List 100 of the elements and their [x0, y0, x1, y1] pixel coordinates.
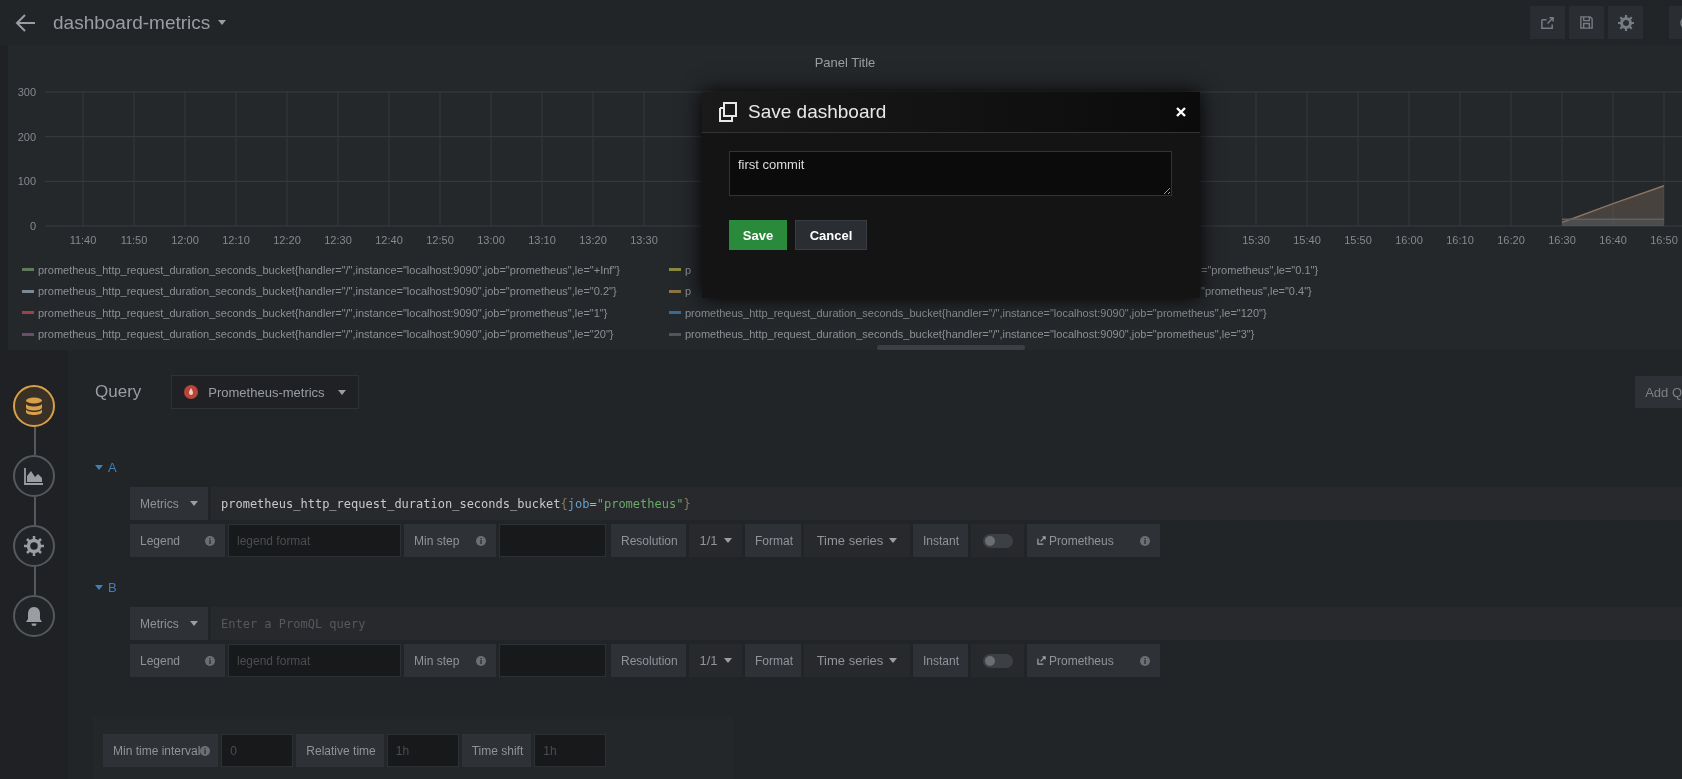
x-axis-label: 16:30 — [1548, 234, 1576, 246]
info-icon[interactable] — [1140, 535, 1150, 546]
cancel-button[interactable]: Cancel — [795, 220, 867, 250]
caret-icon — [338, 389, 347, 395]
min-step-input[interactable] — [499, 524, 606, 557]
dialog-title: Save dashboard — [748, 101, 887, 123]
info-icon[interactable] — [205, 535, 215, 546]
close-button[interactable] — [1176, 107, 1186, 117]
queries-step-button[interactable] — [13, 385, 55, 427]
legend-label[interactable]: prometheus_http_request_duration_seconds_bucket{handler="/",instance="localhost:9090",job="prometheus",le="20"} — [38, 328, 614, 341]
legend-label[interactable]: prometheus_http_request_duration_seconds_bucket{handler="/",instance="localhost:9090",job="prometheus",le="0.2"} — [38, 285, 617, 298]
x-axis-label: 13:00 — [477, 234, 505, 246]
share-button[interactable] — [1530, 6, 1565, 39]
min-step-input[interactable] — [499, 644, 606, 677]
field-label: Instant — [913, 524, 968, 557]
info-icon[interactable] — [205, 655, 215, 666]
section-title: Query — [95, 382, 142, 402]
legend-label[interactable]: prometheus_http_request_duration_seconds_bucket{handler="/",instance="localhost:9090",job="prometheus",le="+Inf"} — [38, 263, 620, 276]
info-icon[interactable] — [1140, 655, 1150, 666]
x-axis-label: 13:20 — [579, 234, 607, 246]
caret-icon — [95, 584, 103, 590]
x-axis-label: 12:20 — [273, 234, 301, 246]
panel-title: Panel Title — [813, 54, 877, 72]
y-axis-label: 300 — [17, 86, 36, 98]
caret-icon — [889, 538, 898, 543]
option-input[interactable]: 1h — [534, 734, 607, 767]
field-label: Min step — [414, 533, 460, 548]
external-link-icon — [1037, 656, 1046, 665]
query-toggle[interactable]: A — [95, 459, 125, 475]
caret-icon[interactable] — [218, 20, 227, 25]
legend-label[interactable]: p — [685, 263, 692, 276]
x-axis-label: 11:40 — [69, 234, 97, 246]
format-dropdown[interactable]: Time series — [804, 644, 910, 677]
option-input[interactable]: 1h — [386, 734, 459, 767]
close-icon — [1176, 107, 1186, 117]
resolution-dropdown[interactable]: 1/1 — [689, 524, 742, 557]
legend-label[interactable]: p — [685, 285, 692, 298]
info-icon[interactable] — [200, 745, 211, 756]
scrollbar-thumb[interactable] — [877, 345, 1025, 350]
x-axis-label: 16:50 — [1650, 234, 1678, 246]
y-axis-label: 100 — [17, 175, 36, 188]
datasource-dropdown[interactable]: Prometheus-metrics — [171, 375, 360, 409]
x-axis-label: 16:10 — [1446, 234, 1474, 246]
instant-toggle[interactable] — [982, 533, 1013, 548]
gear-icon — [1617, 14, 1634, 31]
instant-toggle[interactable] — [982, 653, 1013, 668]
field-label: Resolution — [611, 524, 686, 557]
info-icon[interactable] — [476, 655, 486, 666]
x-axis-label: 15:50 — [1344, 234, 1372, 246]
metrics-dropdown[interactable]: Metrics — [130, 607, 208, 640]
y-axis-label: 200 — [17, 130, 36, 143]
field-label: Min step — [414, 653, 460, 668]
gear-icon — [24, 536, 44, 556]
caret-icon — [723, 538, 732, 543]
x-axis-label: 16:00 — [1395, 234, 1423, 246]
field-label: Legend — [140, 533, 181, 548]
visualization-step-button[interactable] — [13, 455, 55, 497]
bell-icon — [24, 606, 44, 626]
copy-icon — [718, 102, 738, 122]
query-toggle[interactable]: B — [95, 579, 125, 595]
query-input[interactable]: prometheus_http_request_duration_seconds_bucket{job="prometheus"} — [211, 487, 1682, 520]
x-axis-label: 12:50 — [426, 234, 454, 246]
datasource-icon — [184, 385, 199, 399]
metrics-dropdown[interactable]: Metrics — [130, 487, 208, 520]
field-label: Legend — [140, 653, 181, 668]
area-chart-icon — [24, 467, 44, 485]
legend-label[interactable]: ="prometheus",le="0.1"} — [1201, 263, 1319, 276]
general-step-button[interactable] — [13, 525, 55, 567]
info-icon[interactable] — [476, 535, 486, 546]
legend-label[interactable]: prometheus_http_request_duration_seconds_bucket{handler="/",instance="localhost:9090",job="prometheus",le="3"} — [685, 328, 1255, 341]
legend-input[interactable]: legend format — [228, 524, 401, 557]
x-axis-label: 13:10 — [528, 234, 556, 246]
field-label: Resolution — [611, 644, 686, 677]
legend-input[interactable]: legend format — [228, 644, 401, 677]
field-label: Format — [745, 644, 801, 677]
add-query-button[interactable]: Add Q — [1635, 376, 1682, 408]
legend-label[interactable]: prometheus_http_request_duration_seconds_bucket{handler="/",instance="localhost:9090",job="prometheus",le="120"} — [685, 306, 1267, 319]
legend-label[interactable]: "prometheus",le="0.4"} — [1201, 285, 1312, 298]
x-axis-label: 12:30 — [324, 234, 352, 246]
dashboard-title[interactable]: dashboard-metrics — [53, 11, 211, 34]
resolution-dropdown[interactable]: 1/1 — [689, 644, 742, 677]
format-dropdown[interactable]: Time series — [804, 524, 910, 557]
save-button[interactable]: Save — [729, 220, 787, 250]
x-axis-label: 16:40 — [1599, 234, 1627, 246]
x-axis-label: 15:40 — [1293, 234, 1321, 246]
save-button[interactable] — [1569, 6, 1604, 39]
legend-label[interactable]: prometheus_http_request_duration_seconds_bucket{handler="/",instance="localhost:9090",job="prometheus",le="1"} — [38, 306, 608, 319]
x-axis-label: 15:30 — [1242, 234, 1270, 246]
back-arrow-icon[interactable] — [15, 12, 37, 33]
field-label: Time shift — [471, 743, 524, 758]
commit-message-field[interactable]: first commit — [729, 151, 1172, 196]
share-icon — [1540, 15, 1555, 30]
x-axis-label: 12:40 — [375, 234, 403, 246]
alert-step-button[interactable] — [13, 595, 55, 637]
y-axis-label: 0 — [29, 220, 36, 232]
settings-button[interactable] — [1608, 6, 1643, 39]
field-label: Relative time — [306, 743, 376, 758]
x-axis-label: 11:50 — [120, 234, 148, 246]
field-label: Format — [745, 524, 801, 557]
x-axis-label: 13:30 — [630, 234, 658, 246]
